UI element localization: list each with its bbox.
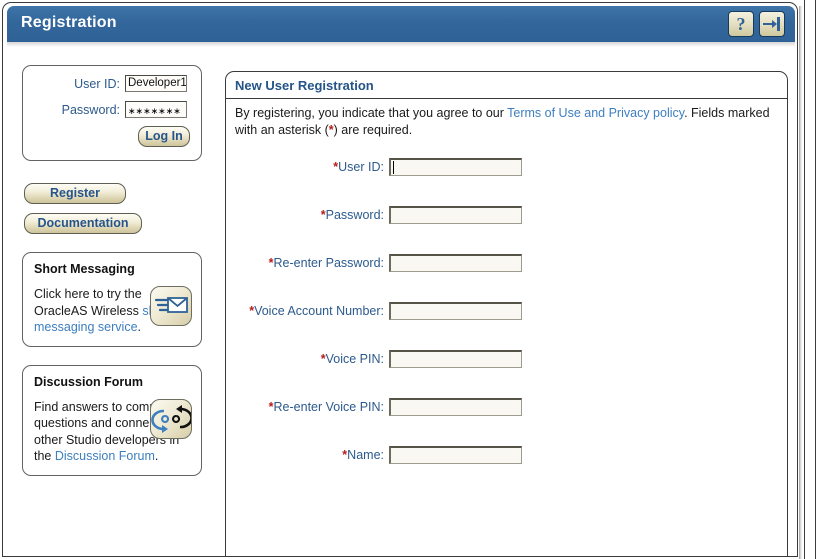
- discussion-forum-link[interactable]: Discussion Forum: [55, 449, 155, 463]
- user-id-row: User ID: Developer1: [23, 75, 201, 92]
- page-title: Registration: [21, 14, 117, 31]
- short-messaging-text-before: Click here to try the OracleAS Wireless: [34, 287, 143, 318]
- form-row: *Password:: [226, 206, 787, 254]
- voice-account-number-field-label: *Voice Account Number:: [226, 302, 389, 320]
- label-text: User ID:: [338, 160, 384, 174]
- user-id-field[interactable]: [389, 158, 522, 176]
- form-row: *User ID:: [226, 158, 787, 206]
- login-box: User ID: Developer1 Password: ∗∗∗∗∗∗∗ Lo…: [22, 65, 202, 161]
- discussion-forum-panel: Discussion Forum Find answers to common …: [22, 364, 202, 476]
- password-row: Password: ∗∗∗∗∗∗∗: [23, 101, 201, 118]
- label-text: Voice PIN:: [325, 352, 384, 366]
- name-field-label: *Name:: [226, 446, 389, 464]
- short-messaging-text-after: .: [137, 320, 141, 334]
- voice-pin-field[interactable]: [389, 350, 522, 368]
- title-bar-actions: ?: [728, 11, 785, 37]
- discussion-forum-text-after: .: [154, 449, 159, 463]
- log-in-button[interactable]: Log In: [138, 126, 190, 147]
- left-sidebar: User ID: Developer1 Password: ∗∗∗∗∗∗∗ Lo…: [22, 65, 202, 476]
- intro-text-after: ) are required.: [333, 122, 413, 137]
- panel-heading: New User Registration: [226, 72, 787, 99]
- registration-form: *User ID: *Password: *Re-enter Password: *V…: [226, 158, 787, 494]
- label-text: Voice Account Number:: [254, 304, 384, 318]
- documentation-button[interactable]: Documentation: [24, 213, 142, 234]
- new-user-registration-panel: New User Registration By registering, yo…: [225, 71, 788, 556]
- short-messaging-title: Short Messaging: [34, 262, 135, 276]
- logout-arrow-icon[interactable]: [759, 11, 785, 37]
- titlebar-underline: [7, 42, 795, 47]
- form-row: *Re-enter Voice PIN:: [226, 398, 787, 446]
- short-messaging-panel: Short Messaging Click here to try the Or…: [22, 252, 202, 347]
- envelope-icon[interactable]: [150, 286, 192, 326]
- short-messaging-body: Click here to try the OracleAS Wireless …: [34, 286, 192, 336]
- voice-pin-field-label: *Voice PIN:: [226, 350, 389, 368]
- login-password-label: Password:: [61, 102, 120, 117]
- sidebar-buttons: Register Documentation: [24, 183, 202, 234]
- discussion-forum-title: Discussion Forum: [34, 374, 144, 389]
- form-row: *Voice Account Number:: [226, 302, 787, 350]
- circular-arrows-icon[interactable]: [150, 398, 192, 439]
- re-enter-password-field-label: *Re-enter Password:: [226, 254, 389, 272]
- label-text: Name:: [347, 448, 384, 462]
- window-right-shadow: [799, 6, 802, 559]
- panel-intro: By registering, you indicate that you ag…: [226, 99, 787, 138]
- voice-account-number-field[interactable]: [389, 302, 522, 320]
- re-enter-voice-pin-field[interactable]: [389, 398, 522, 416]
- register-button[interactable]: Register: [24, 183, 126, 204]
- page-scrollbar[interactable]: [804, 0, 816, 559]
- password-field-label: *Password:: [226, 206, 389, 224]
- login-password-input[interactable]: ∗∗∗∗∗∗∗: [125, 101, 187, 118]
- re-enter-voice-pin-field-label: *Re-enter Voice PIN:: [226, 398, 389, 416]
- label-text: Password:: [325, 208, 384, 222]
- form-row: *Voice PIN:: [226, 350, 787, 398]
- name-field[interactable]: [389, 446, 522, 464]
- intro-text-before: By registering, you indicate that you ag…: [235, 106, 508, 120]
- form-row: *Name:: [226, 446, 787, 494]
- application-window: Registration ? User ID: Developer1 Passw…: [2, 2, 798, 557]
- label-text: Re-enter Password:: [273, 256, 384, 270]
- discussion-forum-body: Find answers to common questions and con…: [34, 398, 192, 465]
- login-button-row: Log In: [23, 126, 201, 147]
- user-id-field-label: *User ID:: [226, 158, 389, 176]
- terms-of-use-link[interactable]: Terms of Use and Privacy policy: [507, 106, 684, 120]
- form-row: *Re-enter Password:: [226, 254, 787, 302]
- title-bar: Registration ?: [7, 6, 795, 42]
- login-user-id-input[interactable]: Developer1: [125, 75, 187, 92]
- label-text: Re-enter Voice PIN:: [273, 400, 384, 414]
- re-enter-password-field[interactable]: [389, 254, 522, 272]
- password-field[interactable]: [389, 206, 522, 224]
- login-user-id-label: User ID:: [74, 76, 120, 91]
- help-icon[interactable]: ?: [728, 11, 754, 37]
- text-caret: [393, 161, 394, 174]
